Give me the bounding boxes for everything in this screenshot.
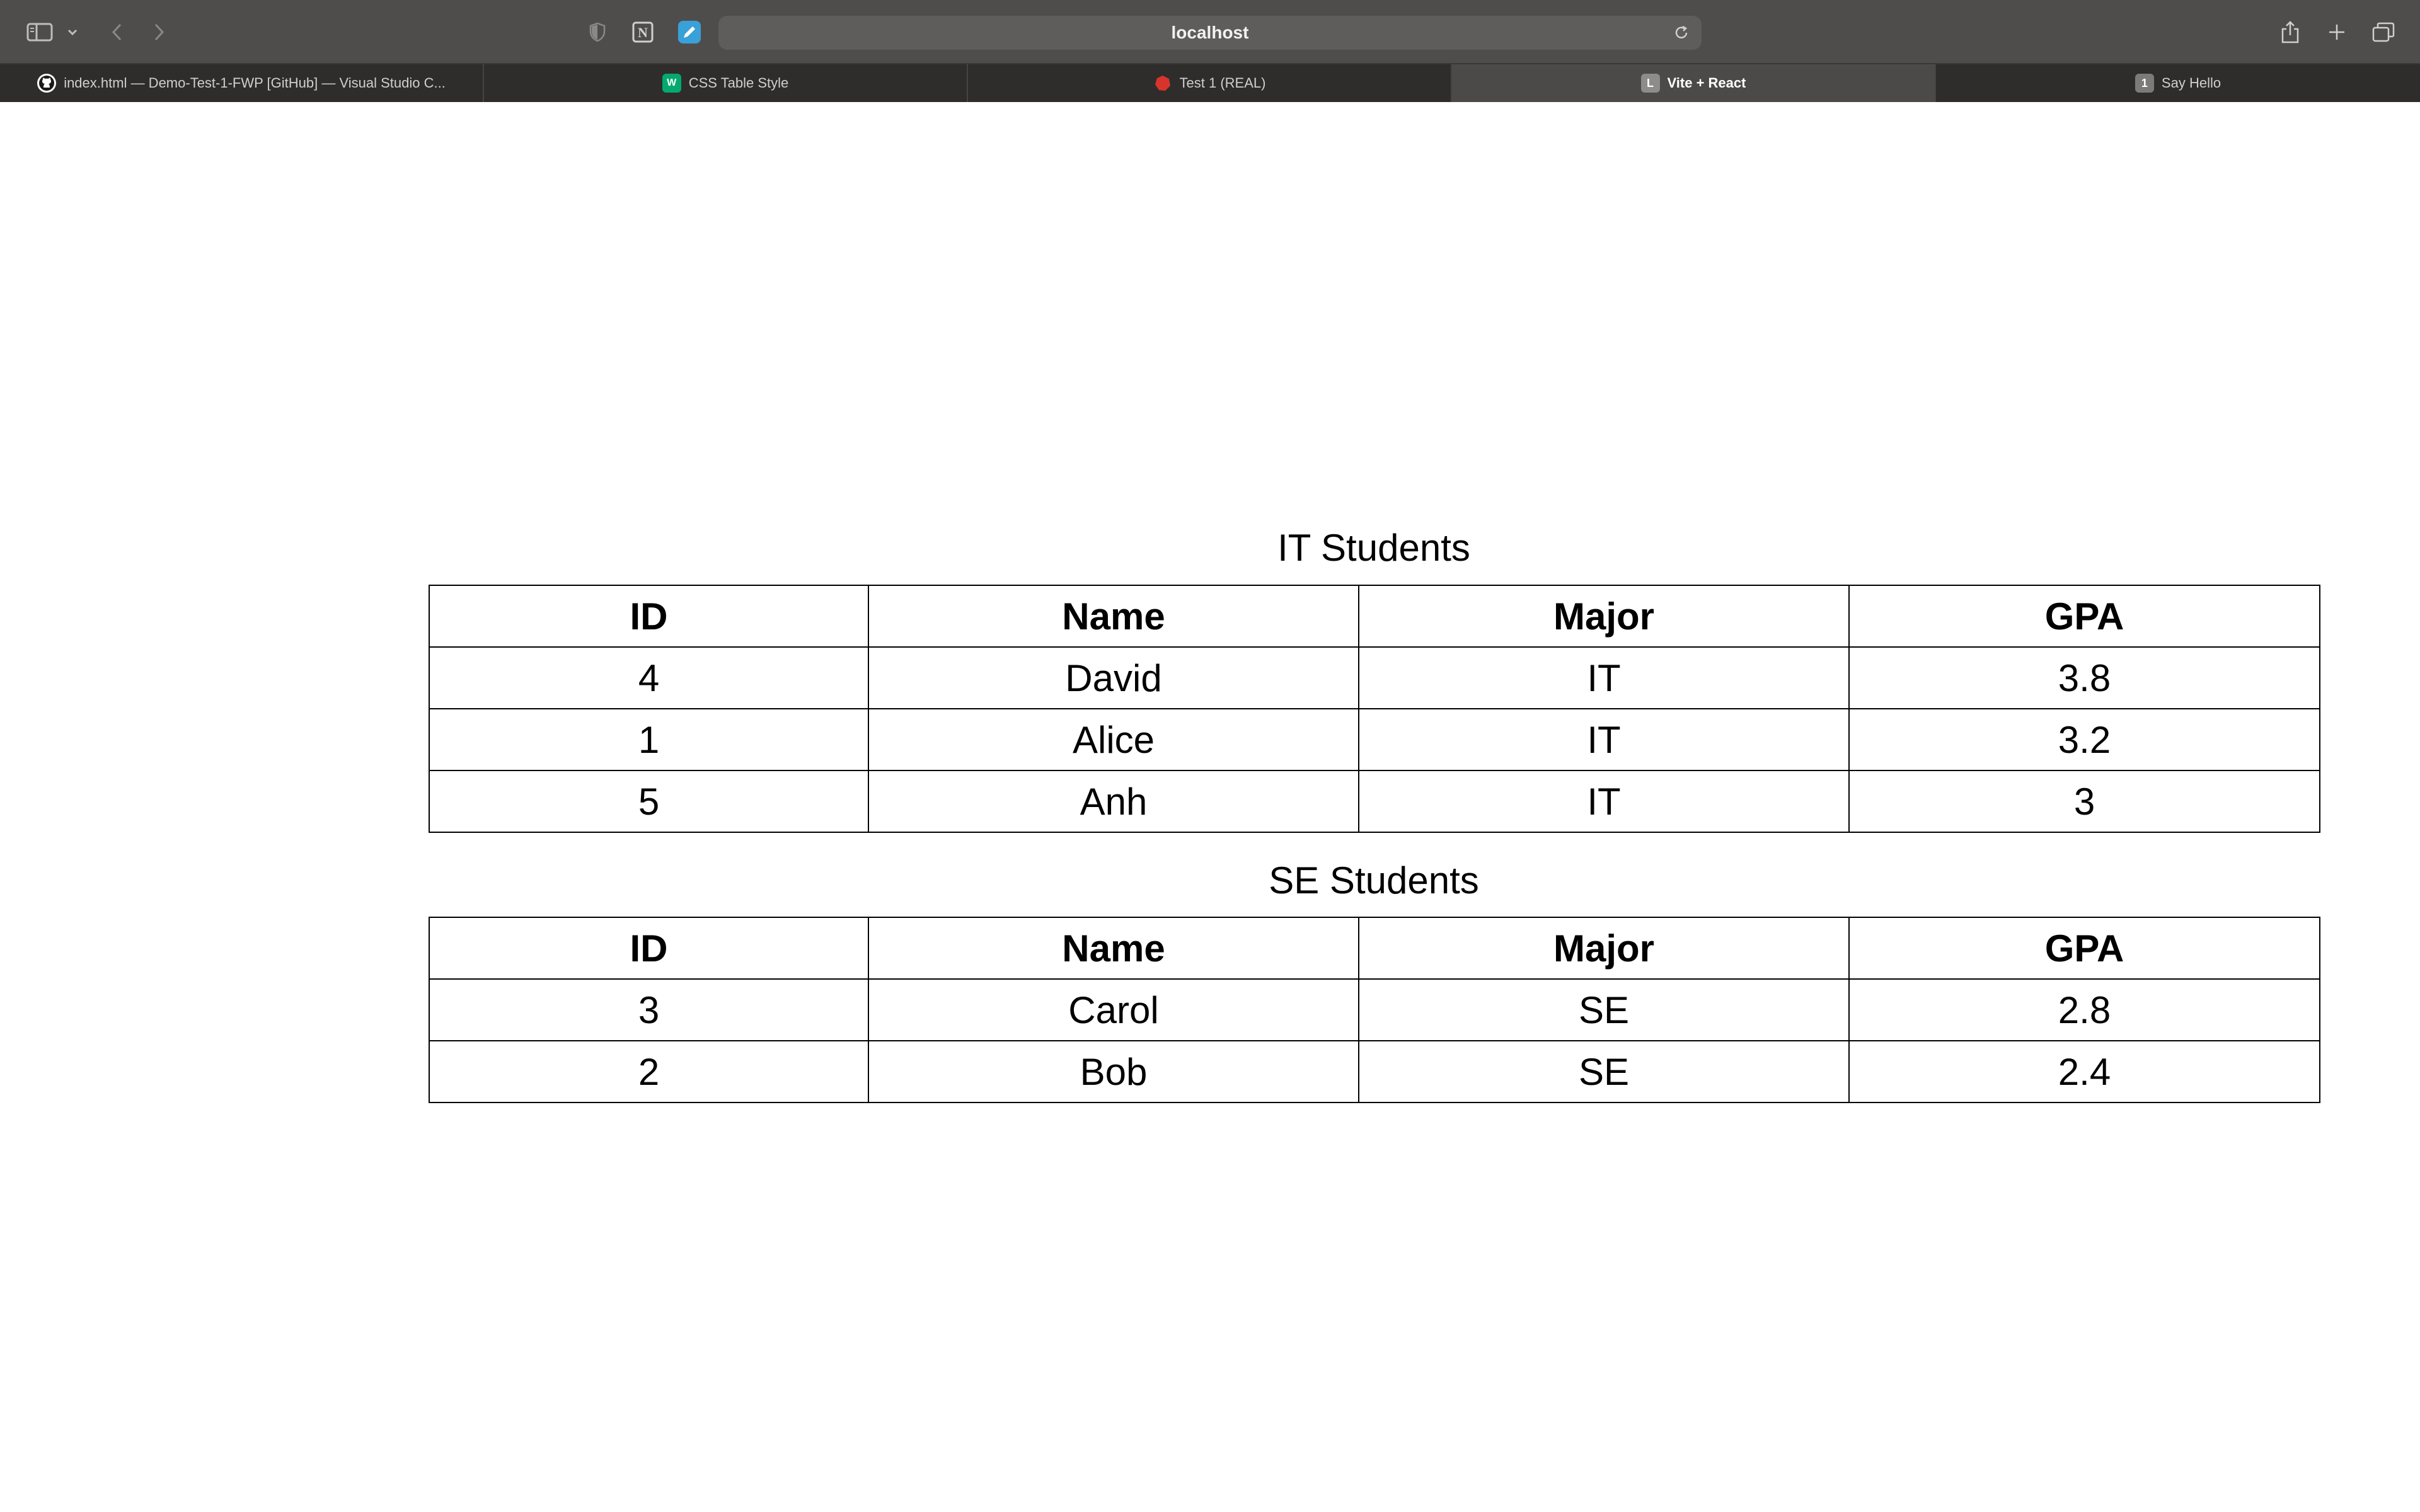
cell-gpa: 3.8 <box>1848 646 2320 709</box>
red-app-icon <box>1153 74 1172 93</box>
forward-arrow-icon[interactable] <box>146 15 171 49</box>
tab-label: Vite + React <box>1667 75 1746 91</box>
cell-id: 3 <box>429 978 869 1041</box>
address-bar[interactable]: localhost <box>718 16 1702 50</box>
page-content: IT Students ID Name Major GPA 4 David IT… <box>0 102 2420 1512</box>
table-row: 5 Anh IT 3 <box>429 770 2320 833</box>
column-header-name: Name <box>868 917 1359 980</box>
pen-extension-icon[interactable] <box>676 15 703 49</box>
tab-label: CSS Table Style <box>688 75 789 91</box>
tab-css-table-style[interactable]: W CSS Table Style <box>484 64 968 102</box>
reload-icon[interactable] <box>1673 24 1690 45</box>
column-header-major: Major <box>1358 585 1850 648</box>
table-header-row: ID Name Major GPA <box>429 917 2320 980</box>
table-row: 4 David IT 3.8 <box>429 646 2320 709</box>
cell-name: Alice <box>868 708 1359 771</box>
column-header-id: ID <box>429 585 869 648</box>
cell-major: IT <box>1358 770 1850 833</box>
browser-toolbar: N localhost <box>0 0 2420 64</box>
letter-1-icon: 1 <box>2135 74 2154 93</box>
cell-major: SE <box>1358 1040 1850 1103</box>
w3schools-icon: W <box>662 74 681 93</box>
plus-icon[interactable] <box>2323 15 2351 49</box>
column-header-major: Major <box>1358 917 1850 980</box>
it-students-table: ID Name Major GPA 4 David IT 3.8 1 Alice… <box>429 585 2320 833</box>
cell-major: IT <box>1358 646 1850 709</box>
table-row: 3 Carol SE 2.8 <box>429 978 2320 1041</box>
column-header-gpa: GPA <box>1848 585 2320 648</box>
column-header-gpa: GPA <box>1848 917 2320 980</box>
tab-say-hello[interactable]: 1 Say Hello <box>1936 64 2420 102</box>
column-header-id: ID <box>429 917 869 980</box>
url-text: localhost <box>1171 23 1249 42</box>
github-icon <box>37 74 57 93</box>
shield-icon[interactable] <box>585 15 610 49</box>
cell-gpa: 3 <box>1848 770 2320 833</box>
cell-id: 5 <box>429 770 869 833</box>
cell-name: Bob <box>868 1040 1359 1103</box>
cell-name: Carol <box>868 978 1359 1041</box>
chevron-down-icon[interactable] <box>63 15 82 49</box>
column-header-name: Name <box>868 585 1359 648</box>
letter-l-icon: L <box>1640 74 1660 93</box>
back-arrow-icon[interactable] <box>105 15 130 49</box>
tab-label: Say Hello <box>2161 75 2221 91</box>
cell-gpa: 3.2 <box>1848 708 2320 771</box>
tab-label: Test 1 (REAL) <box>1179 75 1266 91</box>
table-row: 2 Bob SE 2.4 <box>429 1040 2320 1103</box>
cell-major: SE <box>1358 978 1850 1041</box>
table-row: 1 Alice IT 3.2 <box>429 708 2320 771</box>
cell-id: 2 <box>429 1040 869 1103</box>
cell-id: 4 <box>429 646 869 709</box>
it-students-caption: IT Students <box>1277 527 1470 569</box>
cell-name: Anh <box>868 770 1359 833</box>
tab-bar: index.html — Demo-Test-1-FWP [GitHub] — … <box>0 64 2420 102</box>
sidebar-icon[interactable] <box>24 15 55 49</box>
cell-id: 1 <box>429 708 869 771</box>
table-header-row: ID Name Major GPA <box>429 585 2320 648</box>
se-students-table: ID Name Major GPA 3 Carol SE 2.8 2 Bob S… <box>429 917 2320 1103</box>
cell-gpa: 2.8 <box>1848 978 2320 1041</box>
tab-label: index.html — Demo-Test-1-FWP [GitHub] — … <box>64 75 446 91</box>
notion-icon[interactable]: N <box>629 15 657 49</box>
tab-vscode[interactable]: index.html — Demo-Test-1-FWP [GitHub] — … <box>0 64 484 102</box>
tab-vite-react[interactable]: L Vite + React <box>1452 64 1936 102</box>
cell-name: David <box>868 646 1359 709</box>
cell-major: IT <box>1358 708 1850 771</box>
cell-gpa: 2.4 <box>1848 1040 2320 1103</box>
share-icon[interactable] <box>2276 15 2304 49</box>
tab-test-1[interactable]: Test 1 (REAL) <box>968 64 1452 102</box>
svg-text:N: N <box>638 25 648 40</box>
tab-overview-icon[interactable] <box>2370 15 2397 49</box>
se-students-caption: SE Students <box>1269 859 1479 902</box>
